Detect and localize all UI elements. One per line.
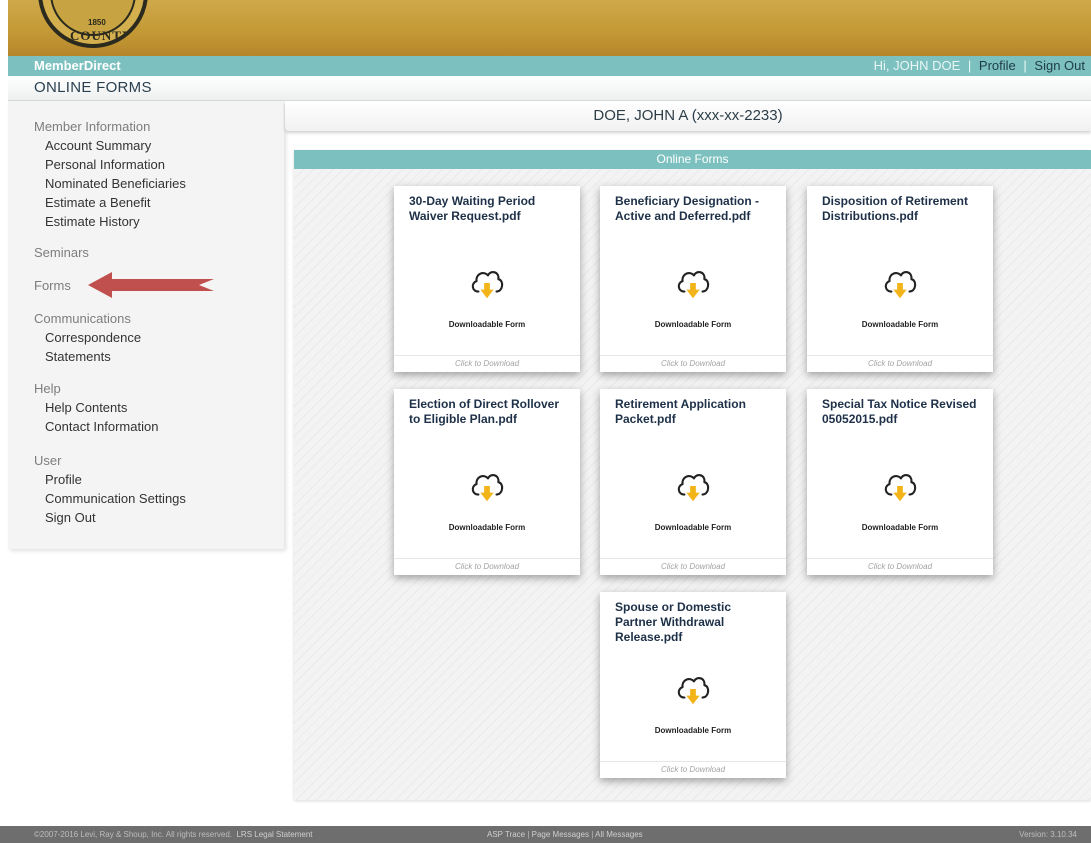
sidebar-item-correspondence[interactable]: Correspondence (45, 328, 141, 347)
footer-left: ©2007-2016 Levi, Ray & Shoup, Inc. All r… (34, 826, 313, 843)
help-group: Help Help Contents Contact Information (34, 379, 158, 436)
form-name: Spouse or Domestic Partner Withdrawal Re… (615, 600, 732, 644)
top-nav-bar: MemberDirect Hi, JOHN DOE | Profile | Si… (8, 56, 1091, 76)
form-name: Special Tax Notice Revised 05052015.pdf (822, 397, 977, 426)
form-type-label: Downloadable Form (654, 726, 732, 735)
sign-out-link[interactable]: Sign Out (1034, 58, 1085, 73)
user-group: User Profile Communication Settings Sign… (34, 451, 186, 527)
form-card[interactable]: Beneficiary Designation - Active and Def… (600, 186, 786, 372)
sidebar-item-sign-out[interactable]: Sign Out (45, 508, 186, 527)
separator: | (527, 830, 530, 839)
panel-title: Online Forms (294, 150, 1091, 169)
sidebar-item-account-summary[interactable]: Account Summary (45, 136, 186, 155)
cloud-download-icon (677, 677, 710, 705)
member-header: DOE, JOHN A (xxx-xx-2233) (285, 101, 1091, 131)
cloud-download-icon (884, 474, 917, 502)
sidebar-item-seminars[interactable]: Seminars (34, 243, 89, 262)
form-card[interactable]: Retirement Application Packet.pdf Downlo… (600, 389, 786, 575)
forms-group: Forms (34, 276, 71, 295)
separator: | (1023, 58, 1027, 73)
asp-trace-link[interactable]: ASP Trace (487, 830, 525, 839)
sidebar-item-contact-information[interactable]: Contact Information (45, 417, 158, 436)
form-name: Retirement Application Packet.pdf (615, 397, 746, 426)
sidebar-item-help-contents[interactable]: Help Contents (45, 398, 158, 417)
red-arrow-annotation (88, 272, 214, 298)
user-heading: User (34, 453, 62, 468)
sidebar-item-estimate-history[interactable]: Estimate History (45, 212, 186, 231)
click-to-download-link[interactable]: Click to Download (394, 355, 580, 372)
form-type-label: Downloadable Form (448, 320, 526, 329)
communications-group: Communications Correspondence Statements (34, 309, 141, 366)
sidebar-item-estimate-a-benefit[interactable]: Estimate a Benefit (45, 193, 186, 212)
page-title-bar: ONLINE FORMS (8, 76, 1091, 101)
click-to-download-link[interactable]: Click to Download (600, 355, 786, 372)
separator: | (967, 58, 972, 73)
online-forms-panel: Online Forms 30-Day Waiting Period Waive… (294, 150, 1091, 800)
all-messages-link[interactable]: All Messages (595, 830, 643, 839)
brand-name: MemberDirect (34, 58, 121, 73)
seminars-group: Seminars (34, 243, 89, 262)
form-name: 30-Day Waiting Period Waiver Request.pdf (409, 194, 536, 223)
page-messages-link[interactable]: Page Messages (532, 830, 589, 839)
greeting-text: Hi, JOHN DOE (873, 58, 961, 73)
form-card[interactable]: 30-Day Waiting Period Waiver Request.pdf… (394, 186, 580, 372)
form-card[interactable]: Special Tax Notice Revised 05052015.pdf … (807, 389, 993, 575)
member-name: DOE, JOHN A (xxx-xx-2233) (593, 107, 783, 124)
sidebar: Member Information Account Summary Perso… (8, 101, 284, 549)
copyright-text: ©2007-2016 Levi, Ray & Shoup, Inc. All r… (34, 830, 233, 839)
click-to-download-link[interactable]: Click to Download (807, 558, 993, 575)
profile-link[interactable]: Profile (979, 58, 1016, 73)
form-name: Beneficiary Designation - Active and Def… (615, 194, 760, 223)
seal-year: 1850 (88, 18, 106, 27)
cloud-download-icon (677, 474, 710, 502)
form-card[interactable]: Election of Direct Rollover to Eligible … (394, 389, 580, 575)
cloud-download-icon (471, 271, 504, 299)
form-type-label: Downloadable Form (654, 320, 732, 329)
form-card[interactable]: Spouse or Domestic Partner Withdrawal Re… (600, 592, 786, 778)
click-to-download-link[interactable]: Click to Download (394, 558, 580, 575)
communications-heading: Communications (34, 311, 131, 326)
sidebar-item-forms[interactable]: Forms (34, 276, 71, 295)
cloud-download-icon (471, 474, 504, 502)
form-name: Disposition of Retirement Distributions.… (822, 194, 969, 223)
form-type-label: Downloadable Form (861, 523, 939, 532)
click-to-download-link[interactable]: Click to Download (807, 355, 993, 372)
user-links: Hi, JOHN DOE | Profile | Sign Out (870, 58, 1085, 73)
form-card[interactable]: Disposition of Retirement Distributions.… (807, 186, 993, 372)
separator: | (591, 830, 594, 839)
cloud-download-icon (884, 271, 917, 299)
county-seal-logo: 1850 COUNTY (38, 0, 148, 48)
click-to-download-link[interactable]: Click to Download (600, 558, 786, 575)
footer: ©2007-2016 Levi, Ray & Shoup, Inc. All r… (0, 826, 1091, 843)
sidebar-item-personal-information[interactable]: Personal Information (45, 155, 186, 174)
sidebar-item-profile[interactable]: Profile (45, 470, 186, 489)
header-banner: 1850 COUNTY (8, 0, 1091, 56)
version-text: Version: 3.10.34 (1019, 830, 1077, 839)
form-name: Election of Direct Rollover to Eligible … (409, 397, 560, 426)
member-information-group: Member Information Account Summary Perso… (34, 117, 186, 231)
seal-text: COUNTY (70, 28, 133, 43)
sidebar-item-communication-settings[interactable]: Communication Settings (45, 489, 186, 508)
page-title: ONLINE FORMS (34, 79, 152, 96)
footer-links: ASP Trace | Page Messages | All Messages (487, 826, 643, 843)
help-heading: Help (34, 381, 61, 396)
sidebar-item-nominated-beneficiaries[interactable]: Nominated Beneficiaries (45, 174, 186, 193)
form-type-label: Downloadable Form (448, 523, 526, 532)
member-information-heading: Member Information (34, 119, 151, 134)
form-type-label: Downloadable Form (861, 320, 939, 329)
legal-statement-link[interactable]: LRS Legal Statement (236, 830, 312, 839)
sidebar-item-statements[interactable]: Statements (45, 347, 141, 366)
click-to-download-link[interactable]: Click to Download (600, 761, 786, 778)
cloud-download-icon (677, 271, 710, 299)
form-type-label: Downloadable Form (654, 523, 732, 532)
